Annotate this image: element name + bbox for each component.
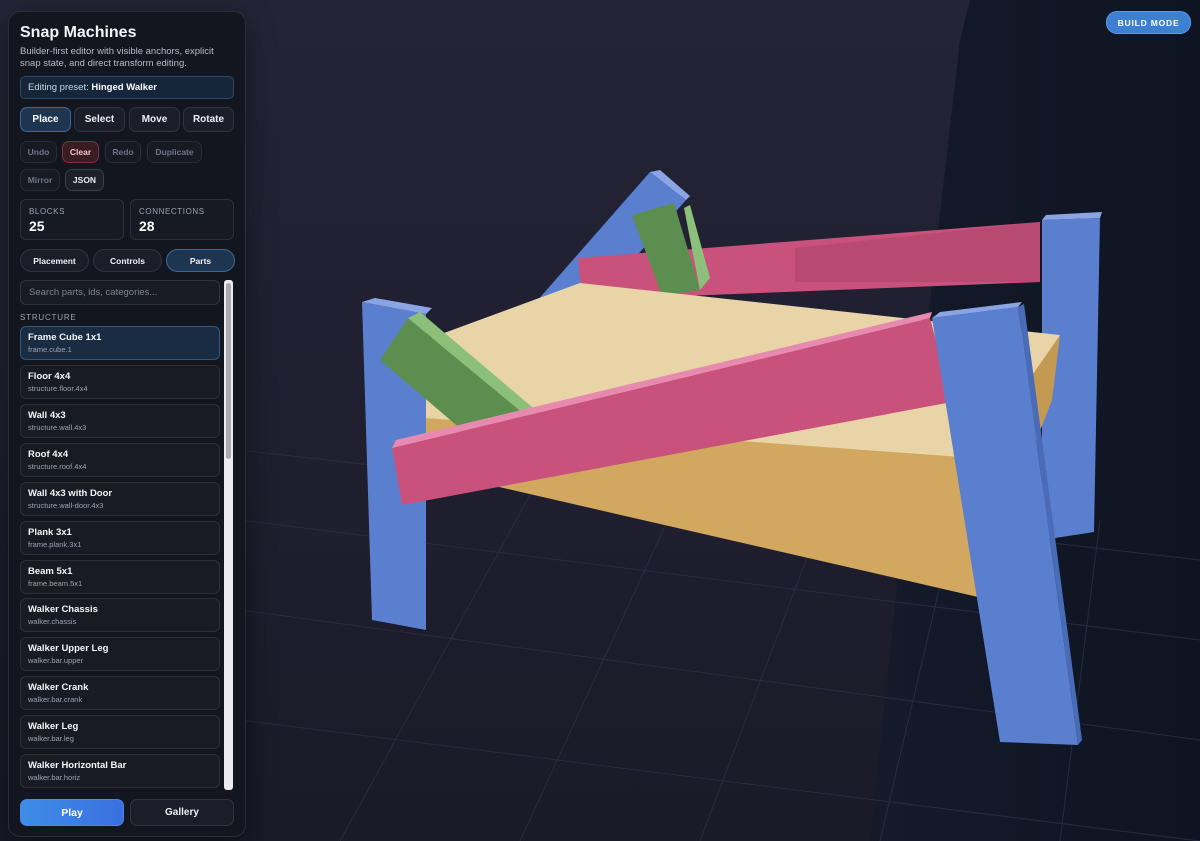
part-name: Roof 4x4	[28, 449, 69, 460]
connections-stat-label: CONNECTIONS	[139, 207, 205, 216]
editor-panel: Snap Machines Builder-first editor with …	[8, 11, 246, 837]
part-name: Walker Chassis	[28, 604, 98, 615]
section-label-structure: STRUCTURE	[20, 313, 77, 322]
part-item[interactable]: Beam 5x1 frame.beam.5x1	[20, 560, 220, 594]
part-id: walker.bar.leg	[28, 734, 74, 743]
preset-name: Hinged Walker	[91, 82, 158, 93]
part-name: Plank 3x1	[28, 527, 72, 538]
part-id: structure.wall.4x3	[28, 423, 87, 432]
part-id: walker.chassis	[28, 617, 77, 626]
mode-place-button[interactable]: Place	[20, 107, 71, 132]
part-id: walker.bar.crank	[28, 695, 83, 704]
part-item[interactable]: Plank 3x1 frame.plank.3x1	[20, 521, 220, 555]
app-subtitle: Builder-first editor with visible anchor…	[20, 46, 214, 69]
part-id: structure.floor.4x4	[28, 384, 88, 393]
part-name: Walker Crank	[28, 682, 89, 693]
part-item[interactable]: Wall 4x3 structure.wall.4x3	[20, 404, 220, 438]
part-name: Floor 4x4	[28, 371, 71, 382]
part-id: structure.wall-door.4x3	[28, 501, 104, 510]
part-id: frame.plank.3x1	[28, 540, 82, 549]
preset-label: Editing preset:	[28, 82, 89, 93]
mode-move-button[interactable]: Move	[129, 107, 180, 132]
connections-stat: CONNECTIONS 28	[130, 199, 234, 240]
duplicate-button[interactable]: Duplicate	[147, 141, 202, 163]
tab-placement[interactable]: Placement	[20, 249, 89, 272]
part-id: frame.beam.5x1	[28, 579, 83, 588]
parts-scrollbar-thumb[interactable]	[226, 283, 231, 459]
part-id: structure.roof.4x4	[28, 462, 87, 471]
blocks-stat: BLOCKS 25	[20, 199, 124, 240]
parts-list: Frame Cube 1x1 frame.cube.1 Floor 4x4 st…	[20, 326, 221, 788]
tab-controls[interactable]: Controls	[93, 249, 162, 272]
part-name: Wall 4x3 with Door	[28, 488, 113, 499]
part-item[interactable]: Wall 4x3 with Door structure.wall-door.4…	[20, 482, 220, 516]
connections-stat-value: 28	[139, 218, 155, 234]
mode-rotate-button[interactable]: Rotate	[183, 107, 234, 132]
mirror-button[interactable]: Mirror	[20, 169, 60, 191]
parts-scrollbar[interactable]	[224, 280, 233, 790]
part-name: Walker Horizontal Bar	[28, 760, 127, 771]
part-item[interactable]: Walker Chassis walker.chassis	[20, 598, 220, 632]
tab-parts[interactable]: Parts	[166, 249, 235, 272]
part-id: frame.cube.1	[28, 345, 72, 354]
gallery-button[interactable]: Gallery	[130, 799, 234, 826]
mode-select-button[interactable]: Select	[74, 107, 125, 132]
redo-button[interactable]: Redo	[105, 141, 141, 163]
part-name: Frame Cube 1x1	[28, 332, 102, 343]
preset-indicator: Editing preset: Hinged Walker	[20, 76, 234, 99]
part-item[interactable]: Roof 4x4 structure.roof.4x4	[20, 443, 220, 477]
blocks-stat-value: 25	[29, 218, 45, 234]
parts-search-input[interactable]	[20, 280, 220, 305]
undo-button[interactable]: Undo	[20, 141, 57, 163]
part-item[interactable]: Walker Horizontal Bar walker.bar.horiz	[20, 754, 220, 788]
part-name: Walker Upper Leg	[28, 643, 109, 654]
part-id: walker.bar.upper	[28, 656, 84, 665]
part-item[interactable]: Walker Upper Leg walker.bar.upper	[20, 637, 220, 671]
part-name: Wall 4x3	[28, 410, 66, 421]
part-id: walker.bar.horiz	[28, 773, 81, 782]
play-button[interactable]: Play	[20, 799, 124, 826]
part-item[interactable]: Walker Leg walker.bar.leg	[20, 715, 220, 749]
app-title: Snap Machines	[20, 24, 137, 41]
part-name: Walker Leg	[28, 721, 79, 732]
clear-button[interactable]: Clear	[62, 141, 99, 163]
part-item[interactable]: Walker Crank walker.bar.crank	[20, 676, 220, 710]
part-item[interactable]: Floor 4x4 structure.floor.4x4	[20, 365, 220, 399]
json-button[interactable]: JSON	[65, 169, 104, 191]
part-name: Beam 5x1	[28, 566, 73, 577]
build-mode-badge[interactable]: BUILD MODE	[1106, 11, 1191, 34]
blocks-stat-label: BLOCKS	[29, 207, 66, 216]
part-item[interactable]: Frame Cube 1x1 frame.cube.1	[20, 326, 220, 360]
